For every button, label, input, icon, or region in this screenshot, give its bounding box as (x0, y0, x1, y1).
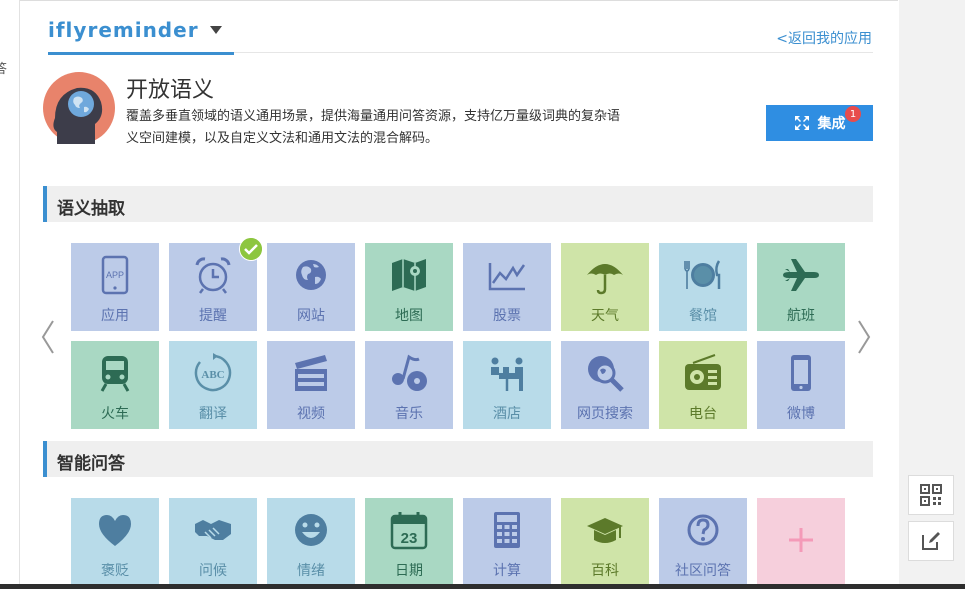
section-header-extraction: 语义抽取 (43, 186, 873, 222)
tile-weibo[interactable]: 微博 (757, 341, 845, 429)
tile-music[interactable]: 音乐 (365, 341, 453, 429)
left-sidebar-strip: 答 (0, 0, 20, 585)
dining-icon (684, 260, 721, 289)
radio-icon (685, 354, 721, 390)
tile-video[interactable]: 视频 (267, 341, 355, 429)
selected-check-icon (239, 237, 263, 261)
bottom-taskbar (0, 584, 965, 589)
svg-text:APP: APP (106, 270, 124, 280)
heart-icon (99, 515, 131, 546)
tile-encyclopedia[interactable]: 百科 (561, 498, 649, 584)
question-icon (687, 514, 719, 546)
alarm-clock-icon (195, 257, 231, 294)
handshake-icon (195, 520, 231, 540)
app-switcher[interactable]: iflyreminder (48, 18, 234, 55)
tile-community-qa[interactable]: 社区问答 (659, 498, 747, 584)
umbrella-icon (587, 264, 623, 295)
abc-translate-icon: ABC (194, 353, 232, 392)
tile-train[interactable]: 火车 (71, 341, 159, 429)
tile-flight[interactable]: 航班 (757, 243, 845, 331)
tile-map[interactable]: 地图 (365, 243, 453, 331)
tile-web-search[interactable]: 网页搜索 (561, 341, 649, 429)
map-icon (392, 259, 426, 291)
feedback-edit-button[interactable] (908, 521, 954, 561)
tablet-app-icon: APP (101, 255, 129, 295)
svg-text:23: 23 (401, 530, 418, 547)
integrate-button[interactable]: 集成 1 (766, 105, 873, 141)
feature-title: 开放语义 (126, 78, 215, 103)
globe-icon (296, 260, 326, 290)
tile-add-new[interactable] (757, 498, 845, 584)
tile-radio[interactable]: 电台 (659, 341, 747, 429)
svg-text:ABC: ABC (201, 369, 224, 381)
train-icon (100, 356, 130, 392)
integrate-label: 集成 (817, 116, 846, 132)
clapperboard-icon (295, 355, 327, 391)
tile-website[interactable]: 网站 (267, 243, 355, 331)
qr-code-button[interactable] (908, 475, 954, 515)
clipped-sidebar-text: 答 (0, 62, 8, 77)
calculator-icon (494, 512, 520, 548)
tile-greeting[interactable]: 问候 (169, 498, 257, 584)
back-to-my-apps-link[interactable]: <返回我的应用 (776, 28, 872, 48)
smiley-icon (295, 514, 327, 546)
mobile-phone-icon (791, 355, 811, 391)
tile-hotel[interactable]: 酒店 (463, 341, 551, 429)
section-title: 智能问答 (57, 454, 125, 474)
tile-date[interactable]: 23 日期 (365, 498, 453, 584)
notification-badge: 1 (845, 106, 861, 122)
main-content: iflyreminder <返回我的应用 开放语义 覆盖多垂直领域的语义通用场景… (20, 0, 898, 584)
music-note-icon (392, 354, 427, 391)
stock-chart-icon (488, 263, 526, 291)
hotel-reception-icon (491, 357, 523, 391)
qr-code-icon (920, 484, 942, 506)
tile-calculate[interactable]: 计算 (463, 498, 551, 584)
section-title: 语义抽取 (57, 199, 125, 219)
tile-translate[interactable]: ABC 翻译 (169, 341, 257, 429)
expand-icon (794, 116, 809, 130)
web-search-icon (588, 356, 624, 392)
calendar-icon: 23 (390, 512, 428, 550)
tile-app[interactable]: APP 应用 (71, 243, 159, 331)
tile-restaurant[interactable]: 餐馆 (659, 243, 747, 331)
caret-down-icon (210, 26, 222, 34)
graduation-cap-icon (587, 518, 623, 543)
tile-weather[interactable]: 天气 (561, 243, 649, 331)
plus-icon (789, 528, 813, 552)
app-name: iflyreminder (48, 18, 199, 42)
tile-stock[interactable]: 股票 (463, 243, 551, 331)
airplane-icon (783, 259, 819, 291)
section-header-qa: 智能问答 (43, 441, 873, 477)
carousel-next-arrow-icon[interactable] (856, 319, 872, 355)
tile-sentiment[interactable]: 褒贬 (71, 498, 159, 584)
edit-icon (922, 532, 940, 550)
semantic-head-icon (43, 72, 115, 144)
tile-emotion[interactable]: 情绪 (267, 498, 355, 584)
carousel-prev-arrow-icon[interactable] (40, 319, 56, 355)
feature-description: 覆盖多垂直领域的语义通用场景，提供海量通用问答资源，支持亿万量级词典的复杂语 义… (126, 109, 621, 146)
